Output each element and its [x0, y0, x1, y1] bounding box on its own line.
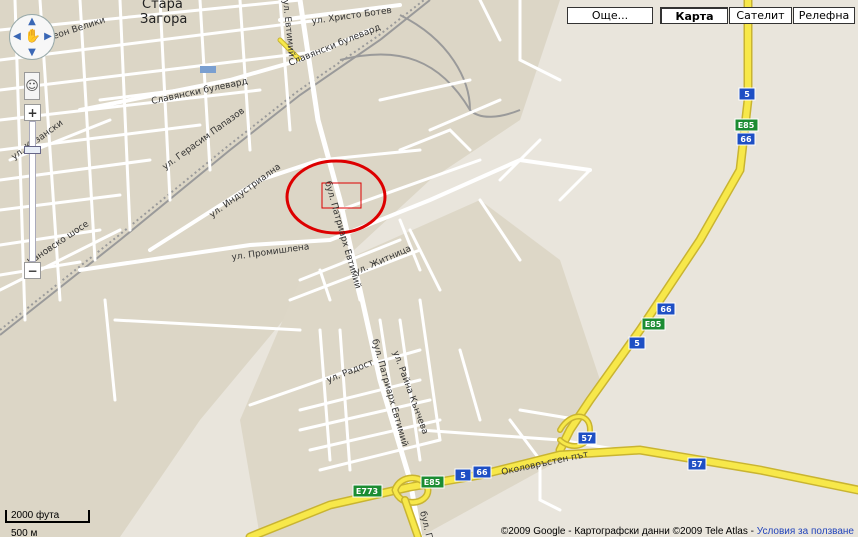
city-label-line2: Загора — [140, 12, 187, 27]
hand-icon[interactable]: ✋ — [24, 28, 42, 46]
svg-text:E85: E85 — [424, 478, 441, 487]
pegman-icon[interactable]: ☺ — [24, 72, 40, 100]
pan-up-icon[interactable]: ▲ — [26, 16, 38, 28]
svg-text:57: 57 — [581, 434, 592, 443]
svg-text:66: 66 — [476, 468, 488, 477]
shield-r57-a: 57 — [577, 431, 597, 445]
shield-e773: E773 — [352, 484, 383, 498]
city-label-line1: Стара — [142, 0, 183, 12]
shield-r5-bottom: 5 — [454, 468, 472, 482]
shield-r66-mid: 66 — [656, 302, 676, 316]
map-tiles: Стара Загора ул. Христо Ботев Славянски … — [0, 0, 858, 537]
svg-text:E85: E85 — [738, 121, 755, 130]
svg-text:5: 5 — [460, 471, 466, 480]
terms-link[interactable]: Условия за ползване — [757, 526, 854, 537]
shield-r5-mid: 5 — [628, 336, 646, 350]
zoom-out-button[interactable]: − — [24, 262, 41, 279]
building-marker — [200, 66, 216, 73]
map-type-terrain-button[interactable]: Релефна — [793, 7, 855, 24]
shield-r57-b: 57 — [687, 457, 707, 471]
pan-left-icon[interactable]: ◀ — [11, 31, 23, 43]
svg-text:5: 5 — [744, 90, 750, 99]
zoom-in-button[interactable]: + — [24, 104, 41, 121]
pan-down-icon[interactable]: ▼ — [26, 47, 38, 59]
shield-r66-top: 66 — [736, 132, 756, 146]
shield-r5-top: 5 — [738, 87, 756, 101]
map-type-satellite-button[interactable]: Сателит — [729, 7, 792, 24]
zoom-slider-handle[interactable] — [24, 146, 41, 154]
copyright-notice: ©2009 Google - Картографски данни ©2009 … — [501, 526, 854, 537]
pan-right-icon[interactable]: ▶ — [42, 31, 54, 43]
scale-feet-label: 2000 фута — [11, 510, 60, 521]
pan-control: ▲ ▼ ◀ ▶ ✋ — [9, 14, 55, 60]
zoom-slider-track[interactable] — [29, 121, 36, 262]
svg-text:E773: E773 — [356, 487, 378, 496]
svg-text:66: 66 — [660, 305, 672, 314]
map-type-map-button[interactable]: Карта — [660, 7, 728, 24]
svg-text:66: 66 — [740, 135, 752, 144]
more-button[interactable]: Още... — [567, 7, 653, 24]
scale-meters-label: 500 м — [11, 528, 38, 537]
map-canvas[interactable]: Стара Загора ул. Христо Ботев Славянски … — [0, 0, 858, 537]
shield-e85-bottom: E85 — [420, 475, 445, 489]
shield-e85-mid: E85 — [641, 317, 666, 331]
svg-text:57: 57 — [691, 460, 702, 469]
svg-text:5: 5 — [634, 339, 640, 348]
svg-text:E85: E85 — [645, 320, 662, 329]
copyright-text: ©2009 Google - Картографски данни ©2009 … — [500, 526, 757, 537]
shield-e85-top: E85 — [734, 118, 759, 132]
shield-r66-bottom: 66 — [472, 465, 492, 479]
